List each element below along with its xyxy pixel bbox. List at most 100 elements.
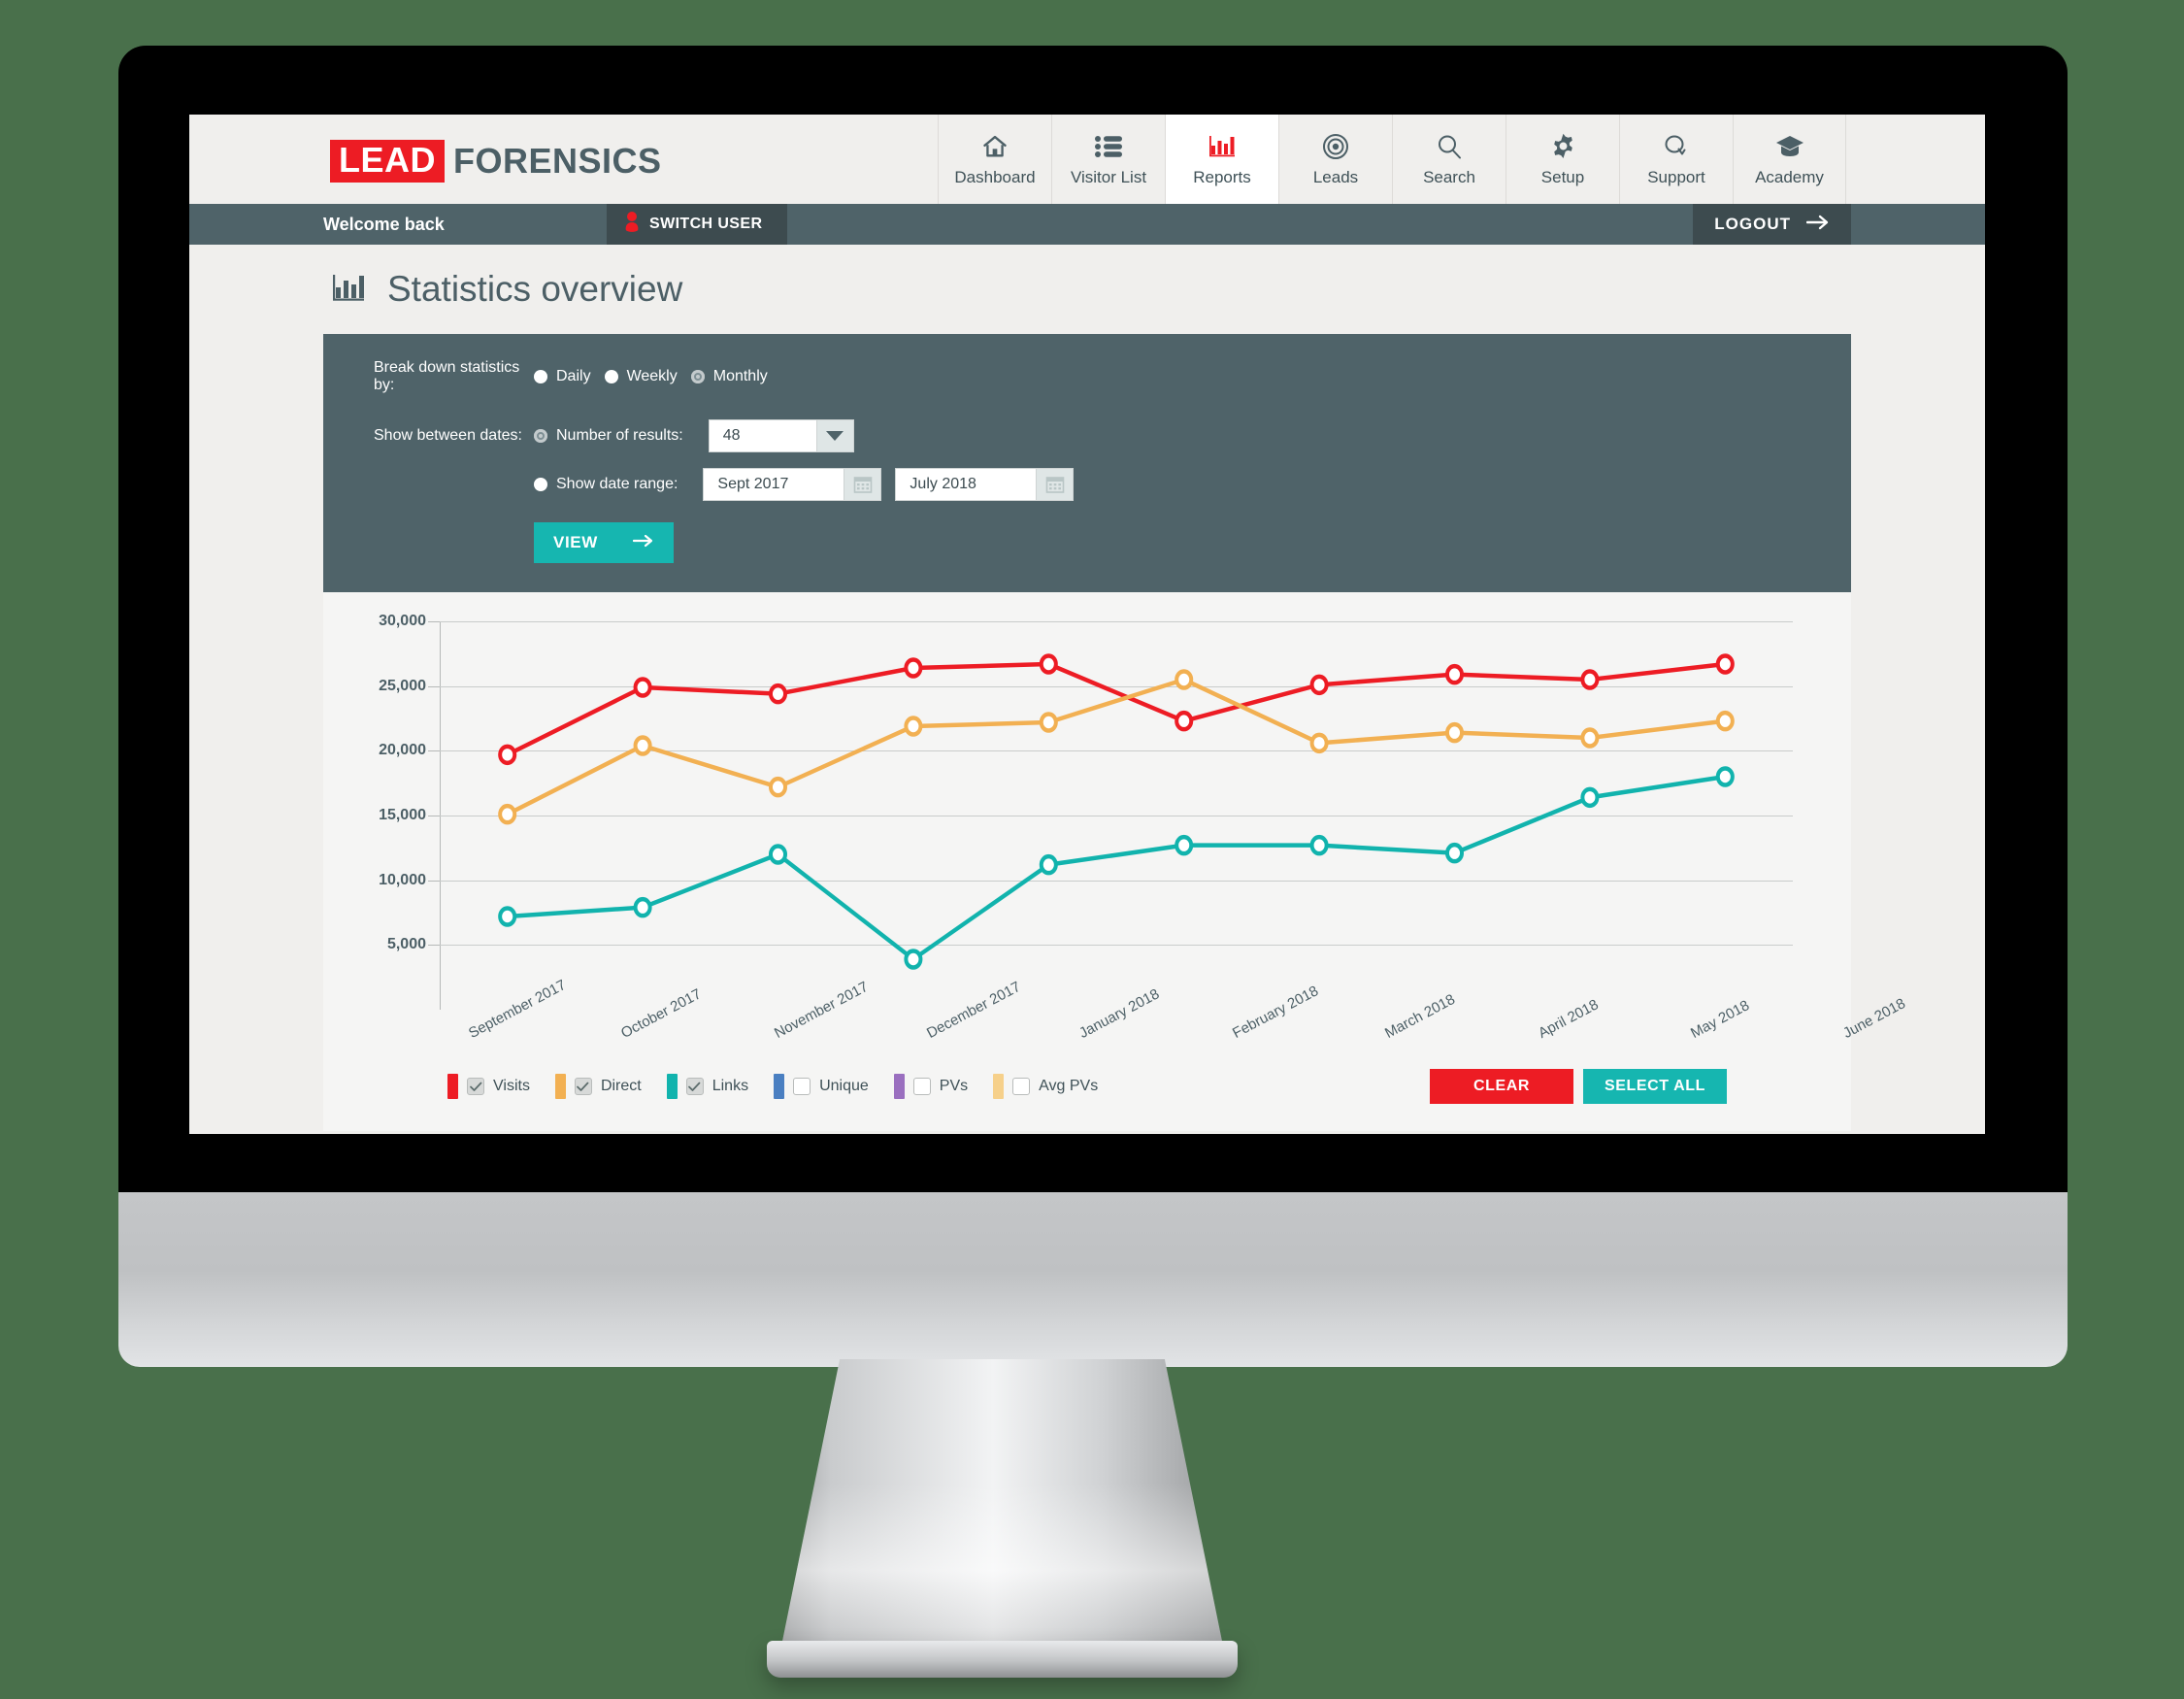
data-point[interactable] [498, 803, 517, 825]
line-chart: 5,000 10,000 15,000 20,000 25,000 30,000 Sept… [379, 613, 1908, 1042]
lead-forensics-logo[interactable]: LEAD FORENSICS [330, 140, 662, 183]
data-point[interactable] [1039, 853, 1058, 876]
nav-item-visitor-list[interactable]: Visitor List [1051, 115, 1165, 204]
y-tick-label: 5,000 [386, 936, 426, 953]
checkbox-checked-icon[interactable] [685, 1078, 704, 1095]
data-point[interactable] [768, 683, 788, 705]
data-point[interactable] [1309, 674, 1329, 696]
search-icon [1436, 132, 1463, 161]
data-point[interactable] [1715, 653, 1735, 675]
data-point[interactable] [633, 896, 652, 918]
legend-label: PVs [939, 1078, 969, 1094]
radio-option-weekly[interactable]: Weekly [604, 368, 678, 385]
nav-label: Search [1423, 167, 1475, 186]
data-point[interactable] [768, 844, 788, 865]
user-icon [624, 211, 640, 238]
monitor-stand-foot [767, 1641, 1238, 1678]
radio-dot-selected [534, 429, 547, 443]
gear-icon [1550, 132, 1576, 161]
date-to-input[interactable]: July 2018 [895, 468, 1038, 501]
number-of-results-dropdown-button[interactable] [816, 419, 854, 452]
data-point[interactable] [1175, 710, 1194, 732]
data-point[interactable] [1580, 727, 1600, 749]
switch-user-button[interactable]: SWITCH USER [607, 204, 788, 245]
nav-label: Visitor List [1070, 167, 1147, 186]
data-point[interactable] [1580, 669, 1600, 690]
radio-option-monthly[interactable]: Monthly [690, 368, 768, 385]
data-point[interactable] [904, 949, 923, 970]
nav-item-dashboard[interactable]: Dashboard [938, 115, 1051, 204]
nav-item-setup[interactable]: Setup [1506, 115, 1619, 204]
nav-item-reports[interactable]: Reports [1165, 115, 1278, 204]
y-tick-mark [428, 880, 440, 882]
page-header: Statistics overview [323, 245, 1851, 334]
nav-label: Dashboard [954, 167, 1036, 186]
view-button[interactable]: VIEW [534, 522, 674, 563]
data-point[interactable] [1309, 834, 1329, 856]
legend-item-avg-pvs[interactable]: Avg PVs [993, 1074, 1098, 1099]
date-from-calendar-button[interactable] [844, 468, 882, 501]
number-of-results-row: Show between dates: Number of results: 4… [374, 419, 1851, 452]
legend-item-links[interactable]: Links [666, 1074, 748, 1099]
radio-label: Number of results: [556, 427, 683, 444]
legend-buttons: CLEAR SELECT ALL [1430, 1069, 1727, 1104]
legend-color-swatch [893, 1074, 905, 1099]
date-to-calendar-button[interactable] [1037, 468, 1075, 501]
series-line-links [505, 774, 1728, 962]
data-point[interactable] [1309, 732, 1329, 754]
nav-item-academy[interactable]: Academy [1733, 115, 1846, 204]
legend-item-visits[interactable]: Visits [447, 1074, 530, 1099]
switch-user-label: SWITCH USER [649, 216, 763, 232]
data-point[interactable] [1444, 721, 1465, 744]
data-point[interactable] [1444, 663, 1465, 685]
data-point[interactable] [633, 677, 652, 698]
radio-label: Monthly [712, 368, 768, 384]
legend-item-direct[interactable]: Direct [554, 1074, 642, 1099]
y-tick-label: 10,000 [379, 871, 426, 888]
plot-area [498, 653, 1735, 970]
select-all-button[interactable]: SELECT ALL [1583, 1069, 1727, 1104]
page-body: Statistics overview Break down statistic… [189, 245, 1985, 1131]
nav-item-leads[interactable]: Leads [1278, 115, 1392, 204]
data-point[interactable] [633, 735, 652, 756]
radio-option-number-of-results[interactable]: Number of results: [534, 427, 697, 445]
date-range-row: Show date range: Sept 2017 July 2018 [374, 468, 1851, 501]
data-point[interactable] [1580, 786, 1600, 809]
welcome-message: Welcome back [323, 214, 445, 234]
nav-label: Reports [1193, 167, 1251, 186]
data-point[interactable] [1039, 712, 1058, 733]
number-of-results-input[interactable]: 48 [708, 419, 817, 452]
checkbox-unchecked-icon[interactable] [793, 1078, 811, 1095]
checkbox-unchecked-icon[interactable] [1012, 1078, 1031, 1095]
legend-item-unique[interactable]: Unique [774, 1074, 869, 1099]
monitor-stand-neck [777, 1359, 1228, 1670]
data-point[interactable] [1715, 710, 1735, 732]
calendar-icon [1045, 477, 1065, 493]
data-point[interactable] [498, 744, 517, 766]
date-from-input[interactable]: Sept 2017 [703, 468, 845, 501]
arrow-right-icon [632, 534, 654, 552]
data-point[interactable] [498, 906, 517, 927]
radio-dot-selected [690, 370, 705, 383]
data-point[interactable] [1175, 669, 1194, 690]
legend-item-pvs[interactable]: PVs [893, 1074, 969, 1099]
data-point[interactable] [1444, 842, 1465, 864]
clear-button[interactable]: CLEAR [1430, 1069, 1573, 1104]
data-point[interactable] [904, 716, 923, 737]
nav-item-search[interactable]: Search [1392, 115, 1506, 204]
logout-button[interactable]: LOGOUT [1693, 204, 1851, 245]
data-point[interactable] [1715, 766, 1735, 787]
nav-item-support[interactable]: Support [1619, 115, 1733, 204]
data-point[interactable] [1039, 653, 1058, 675]
data-point[interactable] [1175, 834, 1194, 856]
data-point[interactable] [904, 657, 923, 679]
checkbox-checked-icon[interactable] [574, 1078, 592, 1095]
radio-option-show-date-range[interactable]: Show date range: [534, 476, 691, 493]
checkbox-checked-icon[interactable] [467, 1078, 484, 1095]
calendar-icon [853, 477, 873, 493]
radio-option-daily[interactable]: Daily [534, 368, 591, 385]
monitor-base-plate [118, 1192, 2068, 1367]
checkbox-unchecked-icon[interactable] [912, 1078, 931, 1095]
legend-label: Unique [819, 1078, 869, 1094]
data-point[interactable] [768, 776, 788, 798]
